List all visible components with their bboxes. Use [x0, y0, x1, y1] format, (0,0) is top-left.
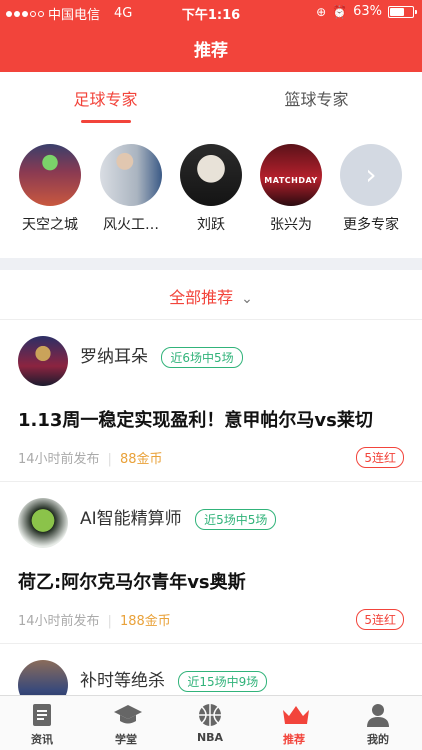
expert-name: 刘跃: [197, 217, 225, 233]
author-row: AI智能精算师 近5场中5场: [80, 504, 277, 530]
status-bar: 中国电信 4G 下午1:16 ⊕ ⏰ 63%: [0, 0, 422, 24]
tab-label: NBA: [196, 731, 224, 744]
person-icon: [365, 702, 391, 728]
tab-school[interactable]: 学堂: [84, 702, 168, 747]
tab-label: 学堂: [115, 733, 137, 746]
price-coins: 88金币: [119, 452, 163, 467]
tab-mine[interactable]: 我的: [336, 702, 420, 747]
author-row: 补时等绝杀 近15场中9场: [80, 666, 268, 692]
meta-row: 14小时前发布 | 188金币: [18, 614, 171, 629]
expert-type-tabs: 足球专家 篮球专家: [0, 72, 422, 124]
tab-label: 推荐: [283, 733, 305, 746]
tab-recommend[interactable]: 推荐: [252, 702, 336, 747]
app-screen: 中国电信 4G 下午1:16 ⊕ ⏰ 63% 推荐 足球专家 篮球专家 天空之城: [0, 0, 422, 750]
avatar: [180, 144, 242, 206]
battery-percent: 63%: [353, 4, 382, 19]
expert-name: 天空之城: [22, 217, 78, 233]
avatar: [18, 336, 68, 386]
avatar: [19, 144, 81, 206]
header: 中国电信 4G 下午1:16 ⊕ ⏰ 63% 推荐: [0, 0, 422, 72]
crown-icon: [281, 702, 309, 728]
expert-item[interactable]: 风火工…: [91, 144, 171, 234]
tab-label: 资讯: [31, 733, 53, 746]
battery-icon: [388, 5, 417, 18]
avatar: [18, 498, 68, 548]
matchday-label: MATCHDAY: [264, 176, 318, 185]
tab-football-experts[interactable]: 足球专家: [0, 86, 211, 110]
alarm-icon: ⏰: [332, 4, 348, 19]
chevron-down-icon: ⌄: [241, 291, 253, 307]
avatar: [100, 144, 162, 206]
bottom-tab-bar: 资讯 学堂 NBA 推荐 我的: [0, 695, 422, 750]
filter-bar: 全部推荐 ⌄: [0, 270, 422, 320]
graduation-cap-icon: [113, 702, 142, 728]
tab-label: 我的: [367, 733, 389, 746]
author-name: AI智能精算师: [80, 509, 182, 529]
record-badge: 近6场中5场: [161, 346, 243, 368]
tab-nba[interactable]: NBA: [168, 702, 252, 744]
author-name: 罗纳耳朵: [80, 347, 148, 367]
tab-news[interactable]: 资讯: [0, 702, 84, 747]
record-badge: 近15场中9场: [178, 670, 268, 692]
active-tab-indicator: [81, 120, 131, 123]
chevron-right-icon: ›: [340, 144, 402, 206]
record-badge: 近5场中5场: [195, 508, 277, 530]
expert-list: 天空之城 风火工… 刘跃 MATCHDAY 张兴为 › 更多专家: [0, 140, 422, 250]
author-name: 补时等绝杀: [80, 671, 165, 691]
section-divider: [0, 258, 422, 270]
more-experts-label: 更多专家: [343, 217, 399, 233]
publish-time: 14小时前发布: [18, 452, 100, 467]
recommendation-card[interactable]: 罗纳耳朵 近6场中5场 1.13周一稳定实现盈利！意甲帕尔马vs莱切 14小时前…: [0, 320, 422, 482]
page-title: 推荐: [194, 41, 228, 61]
recommendation-filter[interactable]: 全部推荐 ⌄: [0, 284, 422, 308]
recommendation-title: 荷乙:阿尔克马尔青年vs奥斯: [18, 572, 246, 593]
filter-label: 全部推荐: [169, 288, 234, 307]
streak-badge: 5连红: [356, 447, 404, 468]
expert-name: 张兴为: [270, 217, 312, 233]
recommendation-title: 1.13周一稳定实现盈利！意甲帕尔马vs莱切: [18, 410, 373, 431]
expert-item[interactable]: 天空之城: [10, 144, 90, 234]
price-coins: 188金币: [119, 614, 171, 629]
tab-basketball-experts[interactable]: 篮球专家: [211, 86, 422, 110]
expert-item[interactable]: MATCHDAY 张兴为: [251, 144, 331, 234]
more-experts-button[interactable]: › 更多专家: [331, 144, 411, 234]
expert-name: 风火工…: [103, 217, 159, 233]
streak-badge: 5连红: [356, 609, 404, 630]
meta-row: 14小时前发布 | 88金币: [18, 452, 163, 467]
publish-time: 14小时前发布: [18, 614, 100, 629]
author-row: 罗纳耳朵 近6场中5场: [80, 342, 243, 368]
document-icon: [29, 702, 55, 728]
recommendation-card[interactable]: AI智能精算师 近5场中5场 荷乙:阿尔克马尔青年vs奥斯 14小时前发布 | 18…: [0, 482, 422, 644]
basketball-icon: [197, 702, 223, 728]
expert-item[interactable]: 刘跃: [171, 144, 251, 234]
avatar: MATCHDAY: [260, 144, 322, 206]
lock-rotation-icon: ⊕: [316, 4, 327, 19]
